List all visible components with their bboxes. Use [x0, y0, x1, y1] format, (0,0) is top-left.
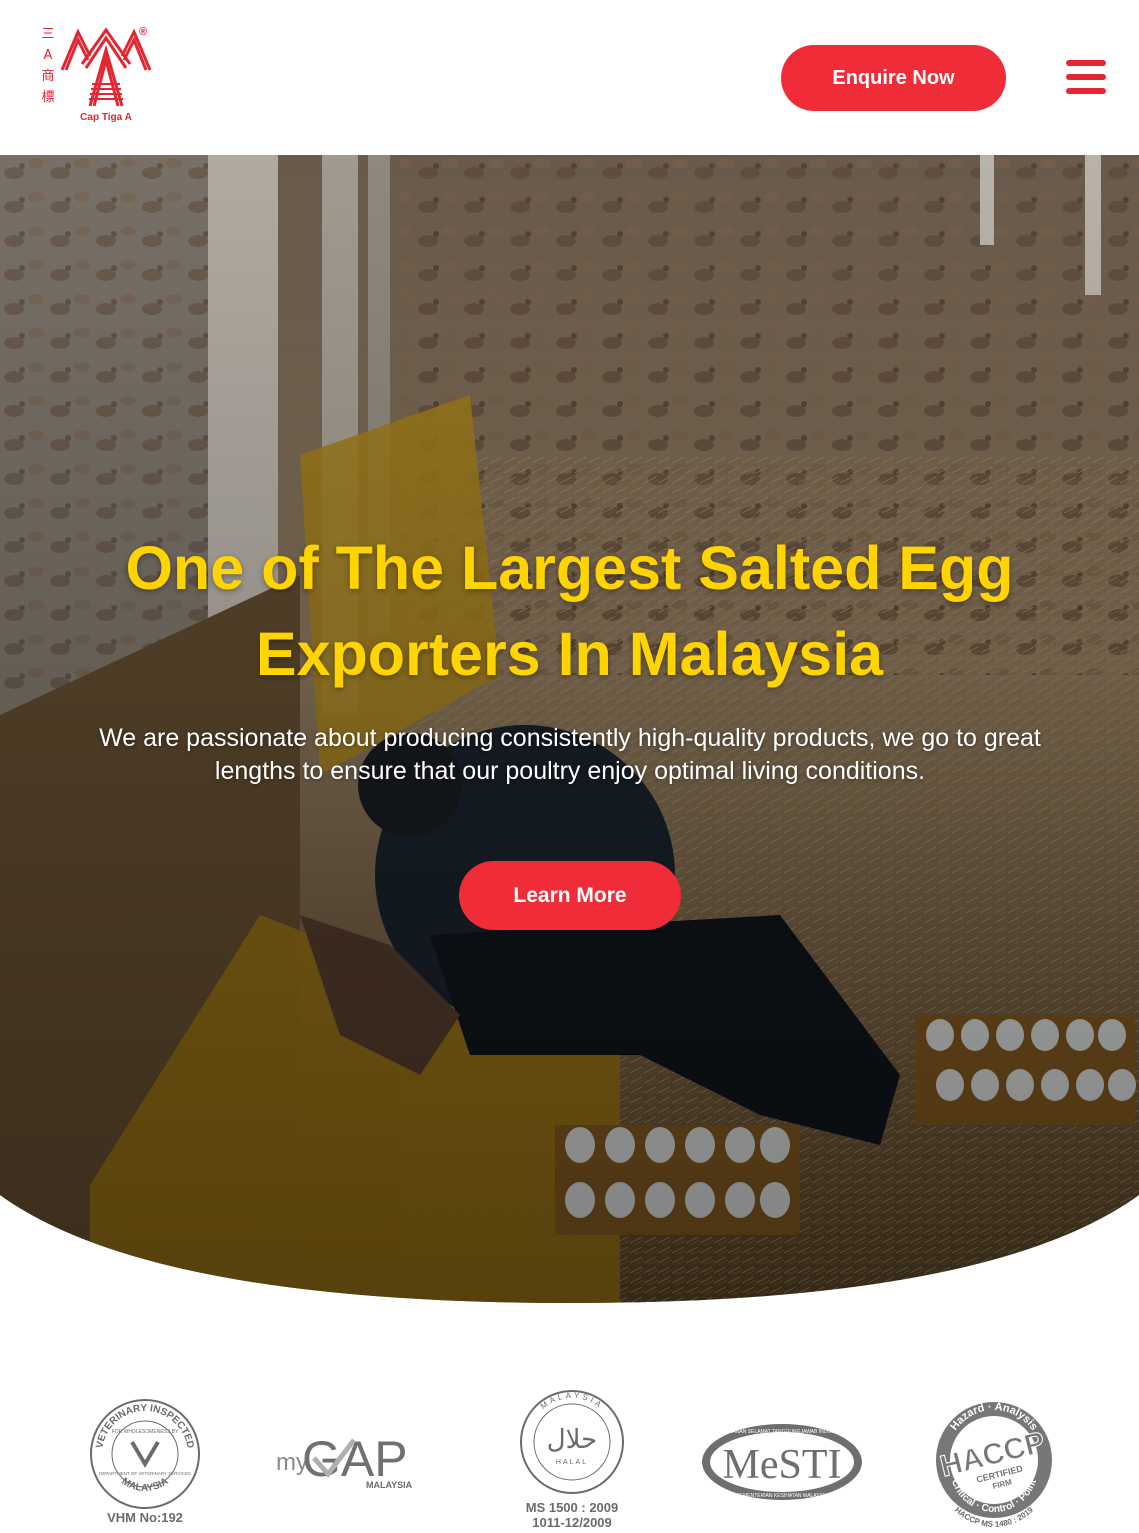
vet-inner: FOR WHOLESOMENESS BY: [112, 1429, 179, 1435]
halal-badge: MALAYSIA حلال HALAL MS 1500 : 2009 1011-…: [512, 1388, 632, 1530]
mygap-logo-icon: my GAP MALAYSIA: [276, 1431, 413, 1490]
halal-label: HALAL: [556, 1459, 588, 1466]
hero-title: One of The Largest Salted Egg Exporters …: [125, 534, 1014, 688]
logo-caption: Cap Tiga A: [80, 112, 132, 123]
halal-seal-icon: MALAYSIA حلال HALAL: [520, 1390, 624, 1494]
hamburger-icon[interactable]: [1066, 60, 1106, 94]
halal-arabic: حلال: [547, 1425, 597, 1455]
mygap-badge: my GAP MALAYSIA: [274, 1424, 442, 1494]
haccp-seal-icon: Hazard · Analysis Critical · Control · P…: [936, 1401, 1052, 1529]
mesti-top: MAKANAN SELAMAT TANGGUNGJAWAB INDUSTRI: [722, 1429, 843, 1435]
vet-dept: DEPARTMENT OF VETERINARY SERVICES: [99, 1471, 191, 1476]
site-header: 三 A 商 標 ® Cap Tiga A Enquire Now: [0, 0, 1139, 155]
veterinary-inspected-badge: VETERINARY INSPECTED MALAYSIA FOR WHOLES…: [88, 1396, 202, 1528]
mesti-badge: MAKANAN SELAMAT TANGGUNGJAWAB INDUSTRI M…: [700, 1422, 864, 1504]
cap-tiga-a-logo[interactable]: 三 A 商 標 ® Cap Tiga A: [38, 24, 154, 128]
halal-caption-1: MS 1500 : 2009: [525, 1500, 619, 1515]
certifications-row: VETERINARY INSPECTED MALAYSIA FOR WHOLES…: [0, 1380, 1139, 1530]
haccp-badge: Hazard · Analysis Critical · Control · P…: [930, 1396, 1058, 1529]
mesti-bottom: KEMENTERIAN KESIHATAN MALAYSIA: [736, 1493, 828, 1499]
veterinary-seal-icon: VETERINARY INSPECTED MALAYSIA FOR WHOLES…: [90, 1399, 200, 1509]
hero-description: We are passionate about producing consis…: [99, 724, 1041, 785]
logo-cjk-text: 三 A 商 標: [41, 27, 55, 105]
learn-more-button[interactable]: Learn More: [459, 861, 681, 930]
vet-caption: VHM No:192: [107, 1510, 183, 1525]
mesti-main: MeSTI: [723, 1442, 842, 1488]
registered-mark: ®: [139, 26, 148, 38]
mygap-sub: MALAYSIA: [366, 1480, 413, 1490]
logo-mark-icon: [60, 27, 152, 107]
hero-section: One of The Largest Salted Egg Exporters …: [0, 155, 1139, 1303]
mesti-logo-icon: MAKANAN SELAMAT TANGGUNGJAWAB INDUSTRI M…: [702, 1424, 862, 1500]
enquire-now-button[interactable]: Enquire Now: [781, 45, 1006, 111]
